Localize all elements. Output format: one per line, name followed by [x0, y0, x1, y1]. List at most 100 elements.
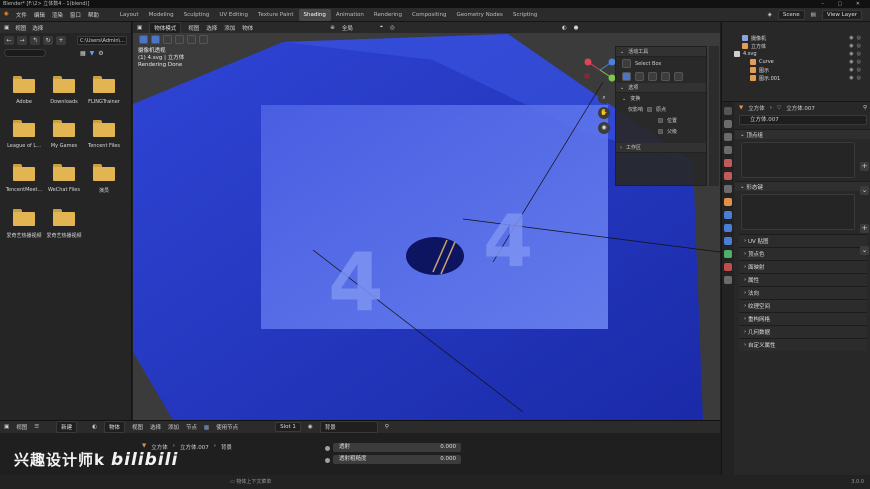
- section-geometry-data[interactable]: › 几何数据: [739, 325, 867, 338]
- section-face-maps[interactable]: › 面映射: [739, 260, 867, 273]
- pin-icon[interactable]: ⚲: [385, 424, 389, 430]
- view-mode-icon[interactable]: ▦: [80, 50, 86, 57]
- parent-dir-icon[interactable]: ↰: [30, 35, 40, 45]
- visibility-icon[interactable]: ◉◎: [849, 35, 864, 41]
- select-mode-new-icon[interactable]: [151, 34, 160, 44]
- fb-menu-view[interactable]: 视图: [15, 24, 26, 32]
- add-shape-key-button[interactable]: +: [860, 224, 869, 233]
- mode-extend-icon[interactable]: [635, 72, 644, 81]
- outliner-row[interactable]: Curve ◉◎: [722, 58, 870, 66]
- tab-layout[interactable]: Layout: [115, 9, 144, 21]
- outliner-row[interactable]: 4.svg ◉◎: [722, 50, 870, 58]
- active-tool-header[interactable]: ⌄ 活动工具: [616, 47, 706, 57]
- options-header[interactable]: ⌄ 选项: [616, 83, 706, 93]
- snap-icon[interactable]: ⌖: [380, 24, 383, 31]
- outliner-row[interactable]: 立方体 ◉◎: [722, 42, 870, 50]
- vp-menu-select[interactable]: 选择: [206, 24, 217, 32]
- menu-file[interactable]: 文件: [16, 11, 27, 19]
- proportional-edit-icon[interactable]: ◎: [390, 25, 395, 31]
- fb-menu-select[interactable]: 选择: [32, 24, 43, 32]
- folder-item[interactable]: Adobe: [4, 76, 44, 105]
- vertex-groups-list[interactable]: [741, 142, 855, 178]
- folder-item[interactable]: WeChat Files: [44, 164, 84, 194]
- menu-window[interactable]: 窗口: [70, 11, 81, 19]
- menu-help[interactable]: 帮助: [88, 11, 99, 19]
- select-box-row[interactable]: Select Box: [616, 57, 706, 70]
- data-tab-icon[interactable]: [724, 250, 732, 258]
- view-layer-field[interactable]: View Layer: [821, 10, 862, 20]
- tab-rendering[interactable]: Rendering: [369, 9, 407, 21]
- shading-solid-icon[interactable]: ●: [574, 25, 579, 31]
- tab-scripting[interactable]: Scripting: [508, 9, 542, 21]
- gizmo-x-axis[interactable]: [584, 58, 592, 66]
- section-normals[interactable]: › 法向: [739, 286, 867, 299]
- mode-intersect-icon[interactable]: [674, 72, 683, 81]
- shader-type-selector[interactable]: 物体: [103, 421, 125, 433]
- tab-compositing[interactable]: Compositing: [407, 9, 451, 21]
- menu-edit[interactable]: 编辑: [34, 11, 45, 19]
- left-menu-view[interactable]: 视图: [16, 423, 27, 431]
- zoom-icon[interactable]: ⌕: [598, 92, 610, 104]
- node-socket[interactable]: [325, 446, 330, 451]
- window-controls[interactable]: – ▢ ✕: [821, 0, 866, 8]
- sh-menu-node[interactable]: 节点: [186, 423, 197, 431]
- section-attributes[interactable]: › 属性: [739, 273, 867, 286]
- outliner-row[interactable]: 图示 ◉◎: [722, 66, 870, 74]
- section-vertex-colors[interactable]: › 顶点色: [739, 247, 867, 260]
- select-mode-extend-icon[interactable]: [163, 34, 172, 44]
- parents-checkbox[interactable]: [658, 129, 663, 134]
- search-input[interactable]: [4, 49, 46, 57]
- section-custom-properties[interactable]: › 自定义属性: [739, 338, 867, 351]
- select-mode-subtract-icon[interactable]: [175, 34, 184, 44]
- folder-item[interactable]: TencentMeet...: [4, 164, 44, 194]
- tool-tab-icon[interactable]: [724, 107, 732, 115]
- visibility-icon[interactable]: ◉◎: [849, 67, 864, 73]
- overlay-icon[interactable]: ◐: [562, 25, 567, 31]
- visibility-icon[interactable]: ◉◎: [849, 59, 864, 65]
- mode-selector[interactable]: 物体模式: [149, 22, 182, 34]
- list-icon[interactable]: ☰: [34, 424, 39, 430]
- tab-animation[interactable]: Animation: [331, 9, 369, 21]
- folder-item[interactable]: Tencent Files: [84, 120, 124, 149]
- shape-keys-header[interactable]: ⌄ 形态键: [735, 181, 870, 191]
- section-remesh[interactable]: › 重构网格: [739, 312, 867, 325]
- tab-sculpting[interactable]: Sculpting: [179, 9, 215, 21]
- sh-menu-select[interactable]: 选择: [150, 423, 161, 431]
- vp-menu-add[interactable]: 添加: [224, 24, 235, 32]
- transform-subheader[interactable]: ⌄ 变换: [616, 93, 706, 104]
- add-vertex-group-button[interactable]: +: [860, 162, 869, 171]
- pan-hand-icon[interactable]: ✋: [598, 107, 610, 119]
- vp-menu-object[interactable]: 物体: [242, 24, 253, 32]
- tab-uv-editing[interactable]: UV Editing: [214, 9, 253, 21]
- forward-arrow-icon[interactable]: →: [17, 35, 27, 45]
- transform-orientation[interactable]: 全局: [342, 24, 353, 32]
- tab-geometry-nodes[interactable]: Geometry Nodes: [451, 9, 507, 21]
- sidebar-tabs[interactable]: [709, 46, 719, 186]
- sh-menu-view[interactable]: 视图: [132, 423, 143, 431]
- folder-item[interactable]: League of L...: [4, 120, 44, 149]
- shape-keys-list[interactable]: [741, 194, 855, 230]
- outliner-row[interactable]: 摄像机 ◉◎: [722, 34, 870, 42]
- navigation-gizmo[interactable]: [582, 52, 618, 88]
- section-texture-space[interactable]: › 纹理空间: [739, 299, 867, 312]
- vertex-groups-header[interactable]: ⌄ 顶点组: [735, 129, 870, 139]
- slot-selector[interactable]: Slot 1: [275, 422, 301, 432]
- folder-item[interactable]: 爱奇艺热播视频: [44, 209, 84, 239]
- folder-item[interactable]: My Games: [44, 120, 84, 149]
- particles-tab-icon[interactable]: [724, 224, 732, 232]
- tab-texture-paint[interactable]: Texture Paint: [253, 9, 299, 21]
- modifier-tab-icon[interactable]: [724, 211, 732, 219]
- node-socket[interactable]: [325, 458, 330, 463]
- pin-icon[interactable]: ⚲: [863, 105, 867, 111]
- node-transmission-field[interactable]: 透射 0.000: [333, 443, 461, 452]
- visibility-icon[interactable]: ◉◎: [849, 75, 864, 81]
- back-arrow-icon[interactable]: ←: [4, 35, 14, 45]
- folder-item[interactable]: FLINGTrainer: [84, 76, 124, 105]
- shape-key-menu-icon[interactable]: ⌄: [860, 246, 869, 255]
- vertex-group-menu-icon[interactable]: ⌄: [860, 186, 869, 195]
- texture-tab-icon[interactable]: [724, 276, 732, 284]
- workspace-header[interactable]: › 工作区: [616, 143, 706, 153]
- select-box-tool-icon[interactable]: [139, 34, 148, 44]
- sh-menu-add[interactable]: 添加: [168, 423, 179, 431]
- folder-item[interactable]: 演员: [84, 164, 124, 194]
